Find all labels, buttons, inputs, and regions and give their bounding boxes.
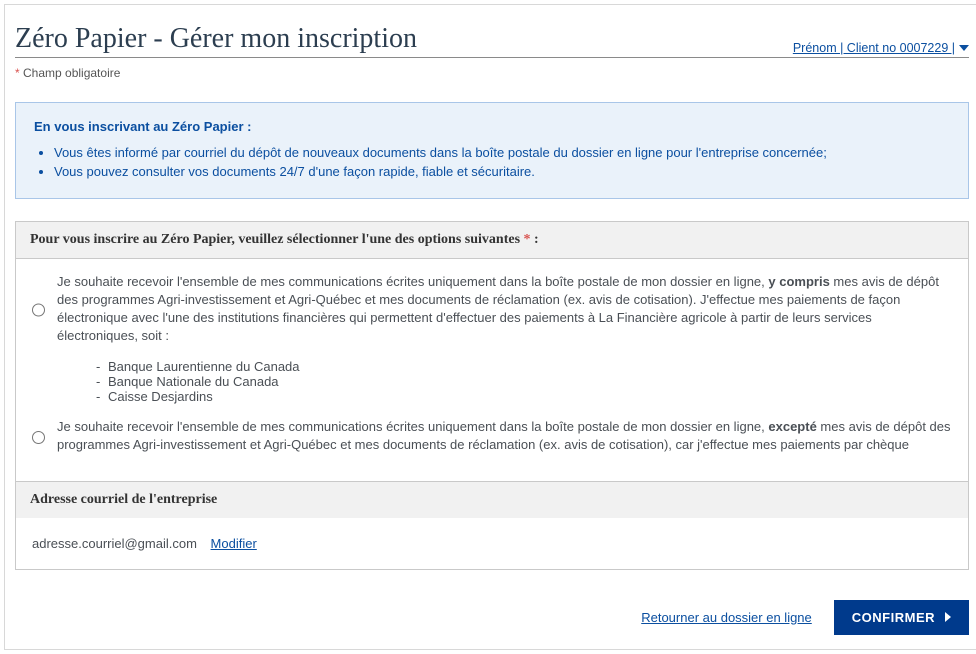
email-section-body: adresse.courriel@gmail.com Modifier (16, 518, 968, 569)
actions-row: Retourner au dossier en ligne CONFIRMER (15, 600, 969, 635)
fieldset-colon: : (531, 232, 539, 247)
info-list: Vous êtes informé par courriel du dépôt … (34, 143, 950, 182)
radio-exclude[interactable] (32, 420, 45, 454)
info-bullet: Vous êtes informé par courriel du dépôt … (54, 143, 950, 163)
email-section-header: Adresse courriel de l'entreprise (16, 481, 968, 518)
panel-header: Pour vous inscrire au Zéro Papier, veuil… (16, 222, 968, 259)
opt2-pre: Je souhaite recevoir l'ensemble de mes c… (57, 419, 768, 434)
opt2-bold: excepté (768, 419, 816, 434)
title-row: Zéro Papier - Gérer mon inscription Prén… (15, 5, 969, 58)
user-account-label: Prénom | Client no 0007229 | (793, 41, 955, 55)
modify-email-link[interactable]: Modifier (211, 536, 257, 551)
required-note: * Champ obligatoire (15, 66, 969, 80)
page-title: Zéro Papier - Gérer mon inscription (15, 23, 417, 55)
email-section-title: Adresse courriel de l'entreprise (30, 492, 954, 508)
user-account-link[interactable]: Prénom | Client no 0007229 | (793, 41, 969, 55)
page-container: Zéro Papier - Gérer mon inscription Prén… (4, 4, 976, 650)
radio-include[interactable] (32, 275, 45, 346)
info-bullet: Vous pouvez consulter vos documents 24/7… (54, 162, 950, 182)
bank-item: Banque Nationale du Canada (96, 374, 952, 389)
opt1-bold: y compris (768, 274, 829, 289)
opt1-pre: Je souhaite recevoir l'ensemble de mes c… (57, 274, 768, 289)
required-note-text: Champ obligatoire (23, 66, 120, 80)
return-link[interactable]: Retourner au dossier en ligne (641, 610, 812, 625)
option-include-text: Je souhaite recevoir l'ensemble de mes c… (57, 273, 952, 346)
bank-item: Banque Laurentienne du Canada (96, 359, 952, 374)
info-title: En vous inscrivant au Zéro Papier : (34, 117, 950, 137)
bank-list: Banque Laurentienne du Canada Banque Nat… (32, 359, 952, 404)
confirm-label: CONFIRMER (852, 610, 935, 625)
confirm-button[interactable]: CONFIRMER (834, 600, 969, 635)
fieldset-legend: Pour vous inscrire au Zéro Papier, veuil… (30, 232, 520, 247)
option-include[interactable]: Je souhaite recevoir l'ensemble de mes c… (32, 273, 952, 346)
caret-down-icon (959, 45, 969, 51)
asterisk-icon: * (15, 66, 20, 80)
chevron-right-icon (945, 612, 951, 622)
option-exclude-text: Je souhaite recevoir l'ensemble de mes c… (57, 418, 952, 454)
form-panel: Pour vous inscrire au Zéro Papier, veuil… (15, 221, 969, 570)
fieldset-title: Pour vous inscrire au Zéro Papier, veuil… (30, 232, 954, 248)
bank-item: Caisse Desjardins (96, 389, 952, 404)
info-box: En vous inscrivant au Zéro Papier : Vous… (15, 102, 969, 199)
asterisk-icon: * (520, 232, 531, 247)
option-exclude[interactable]: Je souhaite recevoir l'ensemble de mes c… (32, 418, 952, 454)
options-group: Je souhaite recevoir l'ensemble de mes c… (16, 259, 968, 481)
email-value: adresse.courriel@gmail.com (32, 536, 197, 551)
